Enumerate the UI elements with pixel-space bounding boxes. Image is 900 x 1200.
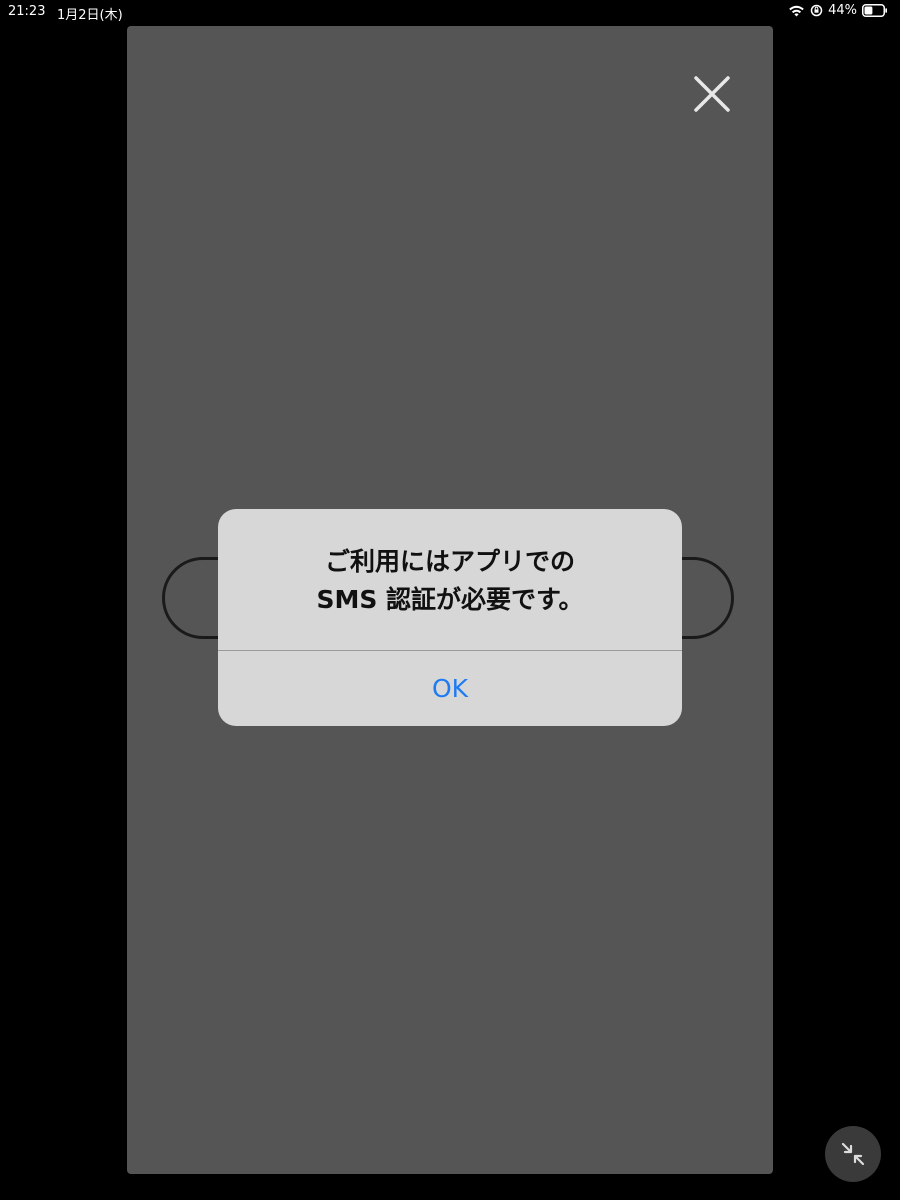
sms-alert-dialog: ご利用にはアプリでの SMS 認証が必要です。 OK xyxy=(218,509,682,726)
alert-message: ご利用にはアプリでの SMS 認証が必要です。 xyxy=(218,543,682,619)
status-bar: 21:23 1月2日(木) 44% xyxy=(0,0,900,24)
alert-message-line1: ご利用にはアプリでの xyxy=(324,547,575,576)
alert-message-line2: SMS 認証が必要です。 xyxy=(316,585,584,614)
status-date: 1月2日(木) xyxy=(57,8,123,23)
wifi-icon xyxy=(788,4,805,17)
orientation-lock-icon xyxy=(810,4,823,17)
minimize-button[interactable] xyxy=(825,1126,881,1182)
status-time: 21:23 xyxy=(8,4,46,19)
close-icon xyxy=(693,75,731,113)
battery-percent: 44% xyxy=(828,3,857,18)
ok-button[interactable]: OK xyxy=(218,651,682,726)
status-indicators: 44% xyxy=(788,3,888,18)
close-button[interactable] xyxy=(693,75,731,113)
minimize-arrows-icon xyxy=(839,1140,867,1168)
battery-icon xyxy=(862,4,888,17)
